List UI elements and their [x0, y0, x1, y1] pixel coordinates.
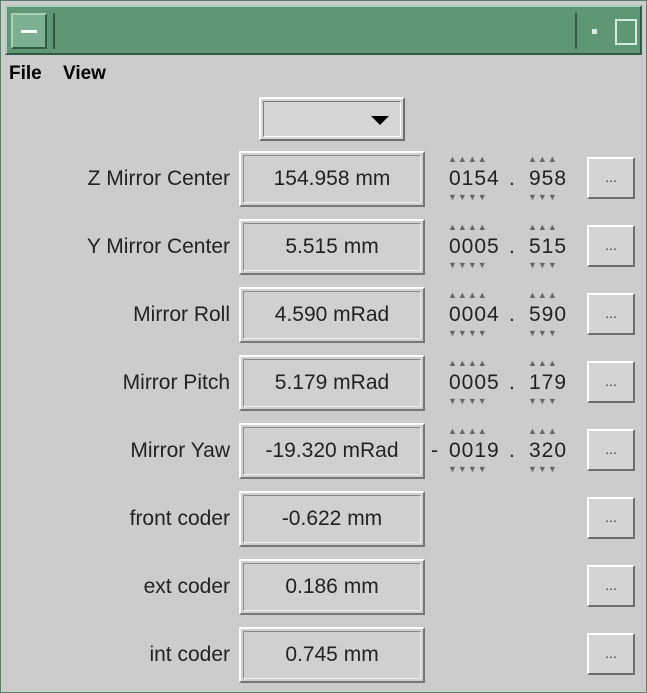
readback-value: 154.958 mm — [273, 167, 391, 190]
menu-file[interactable]: File — [9, 63, 42, 85]
wheel-fraction-digits[interactable]: 958 — [529, 167, 567, 191]
readback-value: 5.515 mm — [285, 235, 379, 258]
application-window: File View Z Mirror Center 154.958 mm ▲▲▲… — [0, 0, 647, 693]
increment-arrows[interactable]: ▲▲▲▲ — [448, 359, 488, 367]
selector-dropdown[interactable] — [259, 97, 405, 141]
minimize-icon[interactable] — [583, 13, 607, 49]
increment-arrows[interactable]: ▲▲▲ — [528, 291, 558, 299]
wheel-sign: - — [431, 439, 438, 462]
title-separator — [53, 13, 55, 49]
increment-arrows[interactable]: ▲▲▲ — [528, 223, 558, 231]
motor-row-ext-coder: ext coder 0.186 mm ... — [1, 555, 647, 619]
readback-field: 4.590 mRad — [239, 287, 425, 343]
wheel-decimal-point: . — [509, 371, 515, 394]
menu-view[interactable]: View — [63, 63, 106, 85]
wheel-integer-digits[interactable]: 0005 — [449, 371, 500, 395]
decrement-arrows[interactable]: ▼▼▼▼ — [448, 465, 488, 473]
motor-row-front-coder: front coder -0.622 mm ... — [1, 487, 647, 551]
readback-field: 154.958 mm — [239, 151, 425, 207]
readback-field: 0.186 mm — [239, 559, 425, 615]
chevron-down-icon — [371, 116, 389, 125]
menu-bar: File View — [5, 57, 642, 93]
readback-field: 5.515 mm — [239, 219, 425, 275]
motor-row-int-coder: int coder 0.745 mm ... — [1, 623, 647, 687]
row-label: ext coder — [143, 575, 230, 598]
more-button[interactable]: ... — [587, 633, 635, 675]
increment-arrows[interactable]: ▲▲▲ — [528, 155, 558, 163]
decrement-arrows[interactable]: ▼▼▼ — [528, 261, 558, 269]
wheel-integer-digits[interactable]: 0019 — [449, 439, 500, 463]
row-label: Mirror Pitch — [122, 371, 230, 394]
more-button[interactable]: ... — [587, 293, 635, 335]
wheel-fraction-digits[interactable]: 515 — [529, 235, 567, 259]
row-label: Z Mirror Center — [87, 167, 230, 190]
decrement-arrows[interactable]: ▼▼▼▼ — [448, 261, 488, 269]
more-button[interactable]: ... — [587, 225, 635, 267]
wheel-switch[interactable]: ▲▲▲▲ ▲▲▲ 0005 . 179 ▼▼▼▼ ▼▼▼ — [445, 355, 585, 411]
maximize-icon[interactable] — [611, 13, 639, 49]
decrement-arrows[interactable]: ▼▼▼▼ — [448, 397, 488, 405]
wheel-fraction-digits[interactable]: 320 — [529, 439, 567, 463]
increment-arrows[interactable]: ▲▲▲ — [528, 427, 558, 435]
increment-arrows[interactable]: ▲▲▲▲ — [448, 155, 488, 163]
readback-value: 5.179 mRad — [274, 371, 390, 394]
more-button[interactable]: ... — [587, 497, 635, 539]
title-separator — [575, 13, 577, 49]
more-button[interactable]: ... — [587, 157, 635, 199]
row-label: int coder — [149, 643, 230, 666]
decrement-arrows[interactable]: ▼▼▼ — [528, 465, 558, 473]
title-bar[interactable] — [5, 5, 642, 55]
decrement-arrows[interactable]: ▼▼▼▼ — [448, 329, 488, 337]
decrement-arrows[interactable]: ▼▼▼ — [528, 397, 558, 405]
row-label: Mirror Yaw — [130, 439, 230, 462]
readback-field: 0.745 mm — [239, 627, 425, 683]
wheel-switch[interactable]: ▲▲▲▲ ▲▲▲ 0004 . 590 ▼▼▼▼ ▼▼▼ — [445, 287, 585, 343]
wheel-switch[interactable]: ▲▲▲▲ ▲▲▲ - 0019 . 320 ▼▼▼▼ ▼▼▼ — [431, 423, 585, 479]
increment-arrows[interactable]: ▲▲▲▲ — [448, 223, 488, 231]
readback-value: -19.320 mRad — [265, 439, 399, 462]
wheel-decimal-point: . — [509, 439, 515, 462]
wheel-switch[interactable]: ▲▲▲▲ ▲▲▲ 0005 . 515 ▼▼▼▼ ▼▼▼ — [445, 219, 585, 275]
decrement-arrows[interactable]: ▼▼▼ — [528, 329, 558, 337]
increment-arrows[interactable]: ▲▲▲ — [528, 359, 558, 367]
decrement-arrows[interactable]: ▼▼▼ — [528, 193, 558, 201]
increment-arrows[interactable]: ▲▲▲▲ — [448, 427, 488, 435]
wheel-decimal-point: . — [509, 167, 515, 190]
wheel-decimal-point: . — [509, 303, 515, 326]
motor-row-z-mirror-center: Z Mirror Center 154.958 mm ▲▲▲▲ ▲▲▲ 0154… — [1, 147, 647, 211]
more-button[interactable]: ... — [587, 361, 635, 403]
wheel-integer-digits[interactable]: 0004 — [449, 303, 500, 327]
decrement-arrows[interactable]: ▼▼▼▼ — [448, 193, 488, 201]
motor-row-y-mirror-center: Y Mirror Center 5.515 mm ▲▲▲▲ ▲▲▲ 0005 .… — [1, 215, 647, 279]
row-label: Y Mirror Center — [86, 235, 230, 258]
motor-row-mirror-roll: Mirror Roll 4.590 mRad ▲▲▲▲ ▲▲▲ 0004 . 5… — [1, 283, 647, 347]
wheel-fraction-digits[interactable]: 179 — [529, 371, 567, 395]
wheel-integer-digits[interactable]: 0154 — [449, 167, 500, 191]
row-label: front coder — [129, 507, 230, 530]
row-label: Mirror Roll — [133, 303, 230, 326]
readback-value: 0.745 mm — [285, 643, 379, 666]
readback-field: -0.622 mm — [239, 491, 425, 547]
wheel-integer-digits[interactable]: 0005 — [449, 235, 500, 259]
readback-value: 4.590 mRad — [274, 303, 390, 326]
increment-arrows[interactable]: ▲▲▲▲ — [448, 291, 488, 299]
wheel-switch[interactable]: ▲▲▲▲ ▲▲▲ 0154 . 958 ▼▼▼▼ ▼▼▼ — [445, 151, 585, 207]
motor-row-mirror-yaw: Mirror Yaw -19.320 mRad ▲▲▲▲ ▲▲▲ - 0019 … — [1, 419, 647, 483]
readback-value: -0.622 mm — [281, 507, 383, 530]
more-button[interactable]: ... — [587, 429, 635, 471]
readback-field: 5.179 mRad — [239, 355, 425, 411]
window-menu-icon[interactable] — [11, 13, 47, 49]
readback-field: -19.320 mRad — [239, 423, 425, 479]
readback-value: 0.186 mm — [285, 575, 379, 598]
more-button[interactable]: ... — [587, 565, 635, 607]
wheel-decimal-point: . — [509, 235, 515, 258]
wheel-fraction-digits[interactable]: 590 — [529, 303, 567, 327]
motor-row-mirror-pitch: Mirror Pitch 5.179 mRad ▲▲▲▲ ▲▲▲ 0005 . … — [1, 351, 647, 415]
